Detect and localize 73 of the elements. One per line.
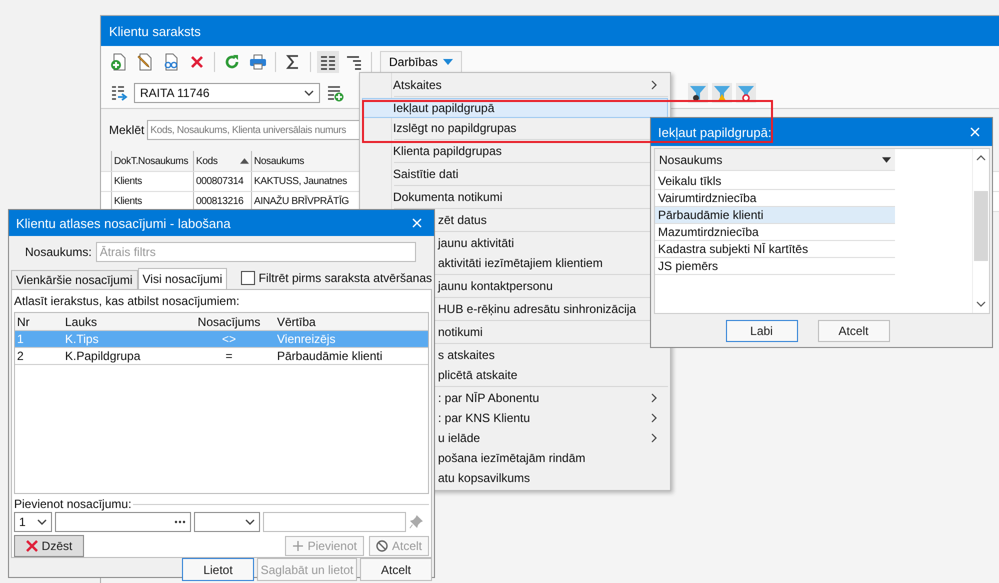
- list-item[interactable]: Pārbaudāmie klienti: [655, 207, 895, 224]
- sort-ascending-icon: [240, 158, 249, 164]
- tab[interactable]: Visi nosacījumi: [138, 268, 228, 289]
- scroll-up-icon[interactable]: [976, 155, 986, 161]
- list-view-icon[interactable]: [345, 53, 363, 71]
- table-cell-text: KAKTUSS, Jaunatnes: [253, 175, 348, 189]
- column-header[interactable]: Nosaukums: [655, 149, 895, 171]
- view-combobox[interactable]: RAITA 11746: [134, 83, 320, 103]
- ellipsis-icon[interactable]: [174, 520, 186, 524]
- list-item[interactable]: Mazumtirdzniecība: [655, 224, 895, 241]
- table-cell: Klients: [112, 172, 194, 191]
- close-icon[interactable]: [970, 127, 980, 137]
- window-title: Klientu saraksts: [109, 24, 201, 38]
- plus-icon: [292, 540, 304, 552]
- add-condition-label: Pievienot nosacījumu:: [14, 497, 132, 511]
- chevron-down-icon: [37, 519, 47, 525]
- table-cell: 000807314: [194, 172, 252, 191]
- column-header[interactable]: Lauks: [37, 314, 185, 328]
- number-dropdown[interactable]: 1: [14, 512, 52, 532]
- list-item[interactable]: Kadastra subjekti NĪ kartītēs: [655, 241, 895, 258]
- field-picker[interactable]: [55, 512, 191, 532]
- dialog-button[interactable]: Atcelt: [818, 320, 890, 342]
- tab[interactable]: Vienkāršie nosacījumi: [11, 270, 138, 289]
- edit-document-icon[interactable]: [136, 53, 154, 71]
- view-document-icon[interactable]: [162, 53, 180, 71]
- menu-item[interactable]: Atskaites: [362, 75, 668, 95]
- refresh-icon[interactable]: [223, 53, 241, 71]
- name-field[interactable]: Ātrais filtrs: [96, 242, 416, 262]
- filter-person-icon[interactable]: [688, 83, 708, 103]
- filter-remove-icon[interactable]: [736, 83, 756, 103]
- print-icon[interactable]: [249, 53, 267, 71]
- dropdown-triangle-icon: [882, 156, 891, 162]
- table-cell-text: AINAŽU BRĪVPRĀTĪG: [253, 194, 350, 209]
- grid-row[interactable]: 2 K.Papildgrupa = Pārbaudāmie klienti: [15, 348, 428, 365]
- grid-caption: Atlasīt ierakstus, kas atbilst nosacījumiem:: [14, 294, 240, 308]
- scroll-down-icon[interactable]: [976, 301, 986, 307]
- cancel-icon: [376, 540, 388, 552]
- name-label: Nosaukums:: [25, 245, 92, 259]
- pin-icon[interactable]: [409, 515, 423, 529]
- prefilter-checkbox[interactable]: Filtrēt pirms saraksta atvēršanas: [240, 271, 432, 285]
- column-header[interactable]: Nosacījums: [185, 314, 273, 328]
- menu-item[interactable]: u ielāde: [362, 428, 668, 448]
- scrollbar-thumb[interactable]: [974, 191, 988, 261]
- list-item[interactable]: Veikalu tīkls: [655, 173, 895, 190]
- column-header[interactable]: Nosaukums: [252, 151, 358, 171]
- popup-title: Iekļaut papildgrupā:: [658, 124, 772, 140]
- column-header[interactable]: Nr: [15, 314, 37, 328]
- chevron-down-icon: [304, 90, 314, 96]
- condition-dropdown[interactable]: [194, 512, 260, 532]
- column-header[interactable]: DokT.Nosaukums: [112, 151, 194, 171]
- column-header[interactable]: Kods: [194, 151, 252, 171]
- menu-item[interactable]: : par NĪP Abonentu: [362, 388, 668, 408]
- delete-button[interactable]: Dzēst: [14, 535, 84, 557]
- list-arrow-icon[interactable]: [110, 84, 128, 102]
- close-icon[interactable]: [412, 218, 422, 228]
- caret-icon: [442, 59, 453, 65]
- filter-warning-icon[interactable]: [712, 83, 732, 103]
- dialog-button[interactable]: Labi: [726, 320, 798, 342]
- search-label: Meklēt: [109, 123, 144, 137]
- menu-item[interactable]: : par KNS Klientu: [362, 408, 668, 428]
- chevron-down-icon: [245, 519, 255, 525]
- new-document-icon[interactable]: [110, 53, 128, 71]
- grid-view-icon[interactable]: [319, 53, 337, 71]
- column-header[interactable]: Vērtība: [273, 314, 428, 328]
- delete-icon: [26, 540, 38, 552]
- value-field[interactable]: [263, 512, 406, 532]
- list-item[interactable]: JS piemērs: [655, 258, 895, 275]
- dialog-title: Klientu atlases nosacījumi - labošana: [16, 216, 231, 230]
- vertical-scrollbar[interactable]: [972, 149, 989, 313]
- dialog-button[interactable]: Lietot: [182, 558, 254, 581]
- list-add-icon[interactable]: [326, 84, 344, 102]
- actions-dropdown-button[interactable]: Darbības: [380, 51, 462, 73]
- dialog-button[interactable]: Atcelt: [360, 558, 432, 581]
